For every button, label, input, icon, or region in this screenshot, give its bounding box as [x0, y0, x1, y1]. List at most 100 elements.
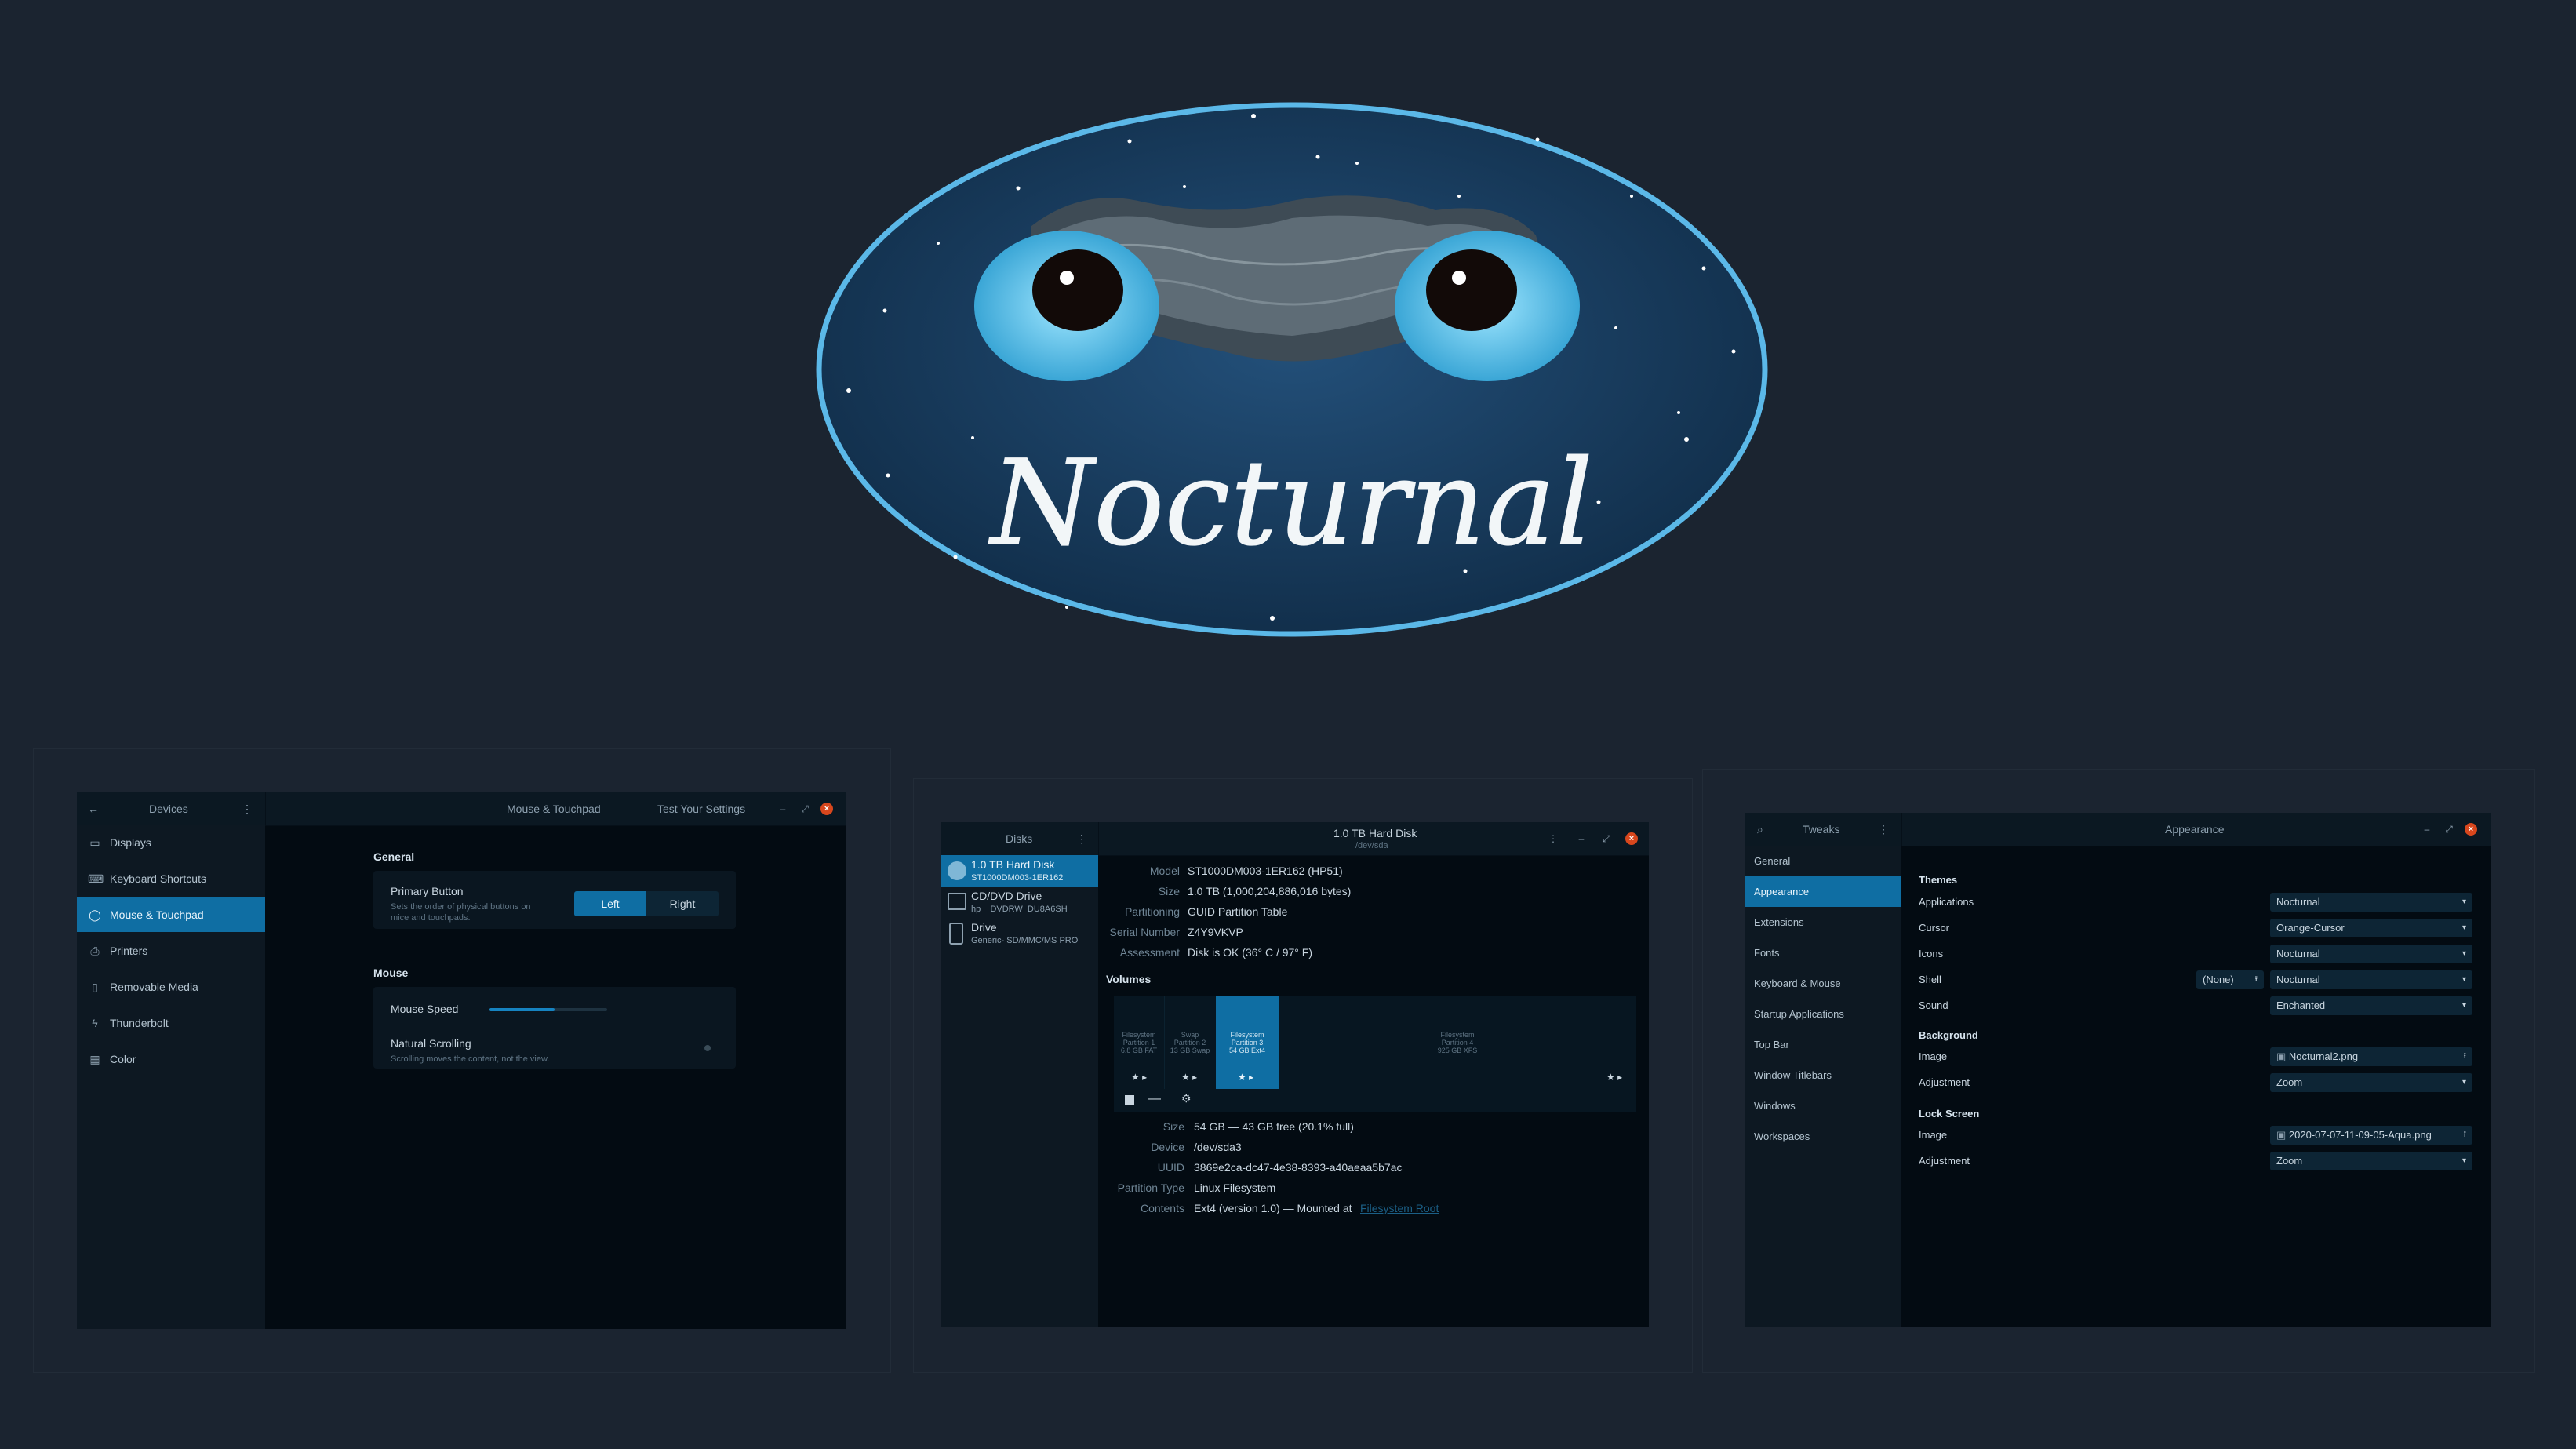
- usb-drive-icon: [949, 923, 963, 945]
- minimize-icon[interactable]: –: [777, 803, 789, 815]
- drive-item-sd[interactable]: Drive Generic- SD/MMC/MS PRO: [941, 918, 1098, 949]
- tweaks-item-titlebars[interactable]: Window Titlebars: [1745, 1060, 1901, 1090]
- tweaks-window-title: Appearance: [2165, 823, 2225, 836]
- tweaks-item-extensions[interactable]: Extensions: [1745, 907, 1901, 937]
- media-icon: ▯: [92, 981, 98, 993]
- maximize-icon[interactable]: ⤢: [799, 803, 811, 815]
- sidebar-item-removable-media[interactable]: ▯ Removable Media: [77, 970, 265, 1004]
- settings-sidebar: ▭ Displays ⌨ Keyboard Shortcuts ◯ Mouse & T…: [77, 825, 265, 1329]
- tweaks-item-fonts[interactable]: Fonts: [1745, 937, 1901, 968]
- image-file-icon: ▣: [2276, 1050, 2289, 1062]
- volume-toolbar: — ⚙: [1114, 1089, 1636, 1112]
- mouse-speed-fill: [489, 1008, 555, 1011]
- right-button[interactable]: Right: [646, 891, 719, 916]
- tweaks-item-workspaces[interactable]: Workspaces: [1745, 1121, 1901, 1152]
- lock-adjustment-select[interactable]: Zoom ▾: [2270, 1152, 2472, 1170]
- drive-item-cd-dvd[interactable]: CD/DVD Drive hp DVDRW DU8A6SH: [941, 887, 1098, 918]
- tweaks-item-keyboard-mouse[interactable]: Keyboard & Mouse: [1745, 968, 1901, 999]
- maximize-icon[interactable]: ⤢: [2443, 823, 2455, 836]
- mouse-icon: ◯: [89, 908, 101, 921]
- tweaks-item-general[interactable]: General: [1745, 846, 1901, 876]
- lock-screen-heading: Lock Screen: [1919, 1108, 1980, 1120]
- volumes-heading: Volumes: [1106, 973, 1152, 985]
- tweaks-item-appearance[interactable]: Appearance: [1745, 876, 1901, 907]
- primary-button-desc-2: mice and touchpads.: [391, 913, 471, 923]
- cursor-theme-select[interactable]: Orange-Cursor ▾: [2270, 919, 2472, 937]
- sidebar-title: Devices: [149, 803, 188, 815]
- tweaks-item-top-bar[interactable]: Top Bar: [1745, 1029, 1901, 1060]
- stop-icon[interactable]: [1125, 1095, 1134, 1105]
- close-icon[interactable]: ×: [820, 803, 833, 815]
- hard-disk-icon: [948, 861, 966, 880]
- disk-subtitle: /dev/sda: [1355, 841, 1388, 850]
- maximize-icon[interactable]: ⤢: [1600, 832, 1613, 845]
- mouse-heading: Mouse: [373, 967, 409, 979]
- sidebar-item-keyboard[interactable]: ⌨ Keyboard Shortcuts: [77, 861, 265, 896]
- display-icon: ▭: [89, 836, 100, 849]
- shell-theme-select[interactable]: Nocturnal ▾: [2270, 970, 2472, 989]
- tweaks-item-startup[interactable]: Startup Applications: [1745, 999, 1901, 1029]
- themes-heading: Themes: [1919, 874, 1958, 886]
- disks-sidebar-title: Disks: [1006, 832, 1033, 845]
- natural-scrolling-label: Natural Scrolling: [391, 1037, 471, 1050]
- primary-button-desc-1: Sets the order of physical buttons on: [391, 902, 531, 912]
- nocturnal-banner: Nocturnal: [816, 102, 1768, 637]
- sidebar-item-printers[interactable]: ⎙ Printers: [77, 934, 265, 968]
- right-eye: [1395, 231, 1580, 381]
- minimize-icon[interactable]: –: [1575, 832, 1588, 845]
- disks-menu-icon[interactable]: ⋮: [1076, 822, 1087, 855]
- filesystem-root-link[interactable]: Filesystem Root: [1360, 1202, 1439, 1214]
- sound-theme-select[interactable]: Enchanted ▾: [2270, 996, 2472, 1015]
- applications-theme-select[interactable]: Nocturnal ▾: [2270, 893, 2472, 912]
- disks-header-bar: Disks ⋮ 1.0 TB Hard Disk /dev/sda ⋮ – ⤢ …: [941, 822, 1649, 856]
- settings-icon[interactable]: ⚙: [1181, 1092, 1192, 1105]
- tweaks-menu-icon[interactable]: ⋮: [1878, 813, 1889, 846]
- close-icon[interactable]: ×: [1625, 832, 1638, 845]
- tweaks-header-bar: ⌕ Tweaks ⋮ Appearance – ⤢ ×: [1745, 813, 2491, 846]
- tweaks-sidebar: General Appearance Extensions Fonts Keyb…: [1745, 846, 1901, 1327]
- upload-icon: ⭱: [2463, 1130, 2467, 1139]
- sidebar-item-color[interactable]: ▦ Color: [77, 1042, 265, 1076]
- left-button[interactable]: Left: [574, 891, 646, 916]
- disks-window: Disks ⋮ 1.0 TB Hard Disk /dev/sda ⋮ – ⤢ …: [941, 822, 1649, 1327]
- natural-scrolling-switch[interactable]: [704, 1045, 711, 1051]
- search-icon[interactable]: ⌕: [1757, 813, 1763, 846]
- upload-icon: ⭱: [2254, 975, 2258, 984]
- mouse-settings-window: ← Devices ⋮ Mouse & Touchpad Test Your S…: [77, 792, 846, 1329]
- lock-image-picker[interactable]: ▣ 2020-07-07-11-09-05-Aqua.png ⭱: [2270, 1126, 2472, 1145]
- partition-3[interactable]: Filesystem Partition 3 54 GB Ext4 ★ ▸: [1216, 996, 1279, 1089]
- window-title: Mouse & Touchpad: [507, 803, 601, 815]
- menu-icon[interactable]: ⋮: [242, 792, 253, 825]
- printer-icon: ⎙: [90, 945, 100, 957]
- minimize-icon[interactable]: –: [2421, 823, 2433, 836]
- partition-1[interactable]: Filesystem Partition 1 6.8 GB FAT ★ ▸: [1114, 996, 1165, 1089]
- banner-title: Nocturnal: [988, 435, 1593, 572]
- upload-icon: ⭱: [2463, 1052, 2467, 1061]
- natural-scrolling-desc: Scrolling moves the content, not the vie…: [391, 1054, 550, 1064]
- remove-partition-icon[interactable]: —: [1148, 1092, 1161, 1106]
- sidebar-item-thunderbolt[interactable]: ϟ Thunderbolt: [77, 1006, 265, 1040]
- sidebar-item-displays[interactable]: ▭ Displays: [77, 825, 265, 860]
- volumes-bar: Filesystem Partition 1 6.8 GB FAT ★ ▸ Swap…: [1114, 996, 1636, 1089]
- keyboard-icon: ⌨: [88, 872, 104, 885]
- background-image-picker[interactable]: ▣ Nocturnal2.png ⭱: [2270, 1047, 2472, 1066]
- tweaks-item-windows[interactable]: Windows: [1745, 1090, 1901, 1121]
- general-heading: General: [373, 850, 415, 863]
- test-settings-button[interactable]: Test Your Settings: [657, 792, 745, 825]
- drive-item-hard-disk[interactable]: 1.0 TB Hard Disk ST1000DM003-1ER162: [941, 855, 1098, 887]
- back-icon[interactable]: ←: [88, 792, 99, 825]
- thunderbolt-icon: ϟ: [92, 1017, 98, 1029]
- partition-2[interactable]: Swap Partition 2 13 GB Swap ★ ▸: [1164, 996, 1217, 1089]
- close-icon[interactable]: ×: [2465, 823, 2477, 836]
- mouse-speed-slider[interactable]: [489, 1008, 607, 1011]
- sidebar-item-mouse[interactable]: ◯ Mouse & Touchpad: [77, 897, 265, 932]
- background-adjustment-select[interactable]: Zoom ▾: [2270, 1073, 2472, 1092]
- shell-none-button[interactable]: (None) ⭱: [2196, 970, 2264, 989]
- optical-drive-icon: [948, 893, 966, 910]
- image-file-icon: ▣: [2276, 1129, 2289, 1141]
- partition-4[interactable]: Filesystem Partition 4 925 GB XFS ★ ▸: [1279, 996, 1636, 1089]
- background-heading: Background: [1919, 1029, 1978, 1041]
- disk-options-icon[interactable]: ⋮: [1547, 832, 1559, 845]
- icons-theme-select[interactable]: Nocturnal ▾: [2270, 945, 2472, 963]
- tweaks-sidebar-title: Tweaks: [1803, 823, 1840, 836]
